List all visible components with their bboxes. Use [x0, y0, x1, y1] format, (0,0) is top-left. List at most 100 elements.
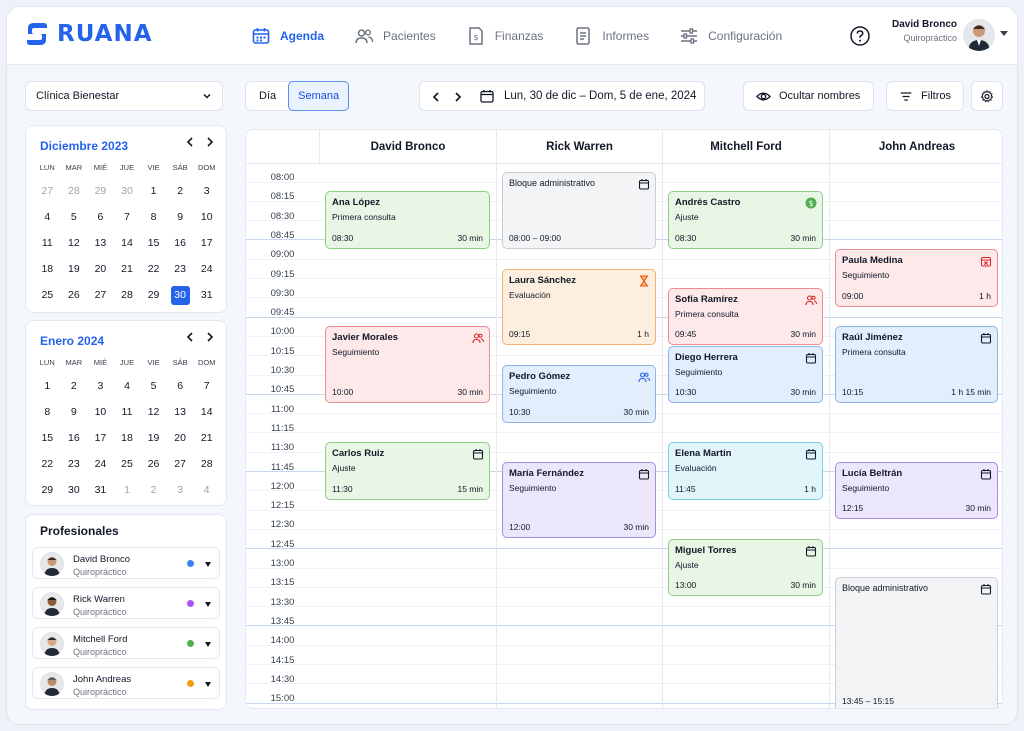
- nav-configuracion[interactable]: Configuración: [679, 23, 782, 49]
- nav-finanzas[interactable]: $ Finanzas: [466, 23, 543, 49]
- calendar-icon[interactable]: [480, 89, 494, 103]
- day-cell[interactable]: 11: [114, 402, 141, 428]
- day-cell[interactable]: 12: [61, 233, 88, 259]
- chevron-right-icon[interactable]: [206, 136, 214, 148]
- day-cell[interactable]: 22: [140, 259, 167, 285]
- chevron-down-icon[interactable]: [205, 682, 211, 687]
- professional-item[interactable]: John Andreas Quiropráctico: [32, 667, 220, 699]
- day-cell[interactable]: 21: [114, 259, 141, 285]
- day-cell[interactable]: 29: [140, 285, 167, 311]
- day-cell[interactable]: 27: [167, 454, 194, 480]
- day-cell[interactable]: 27: [87, 285, 114, 311]
- day-cell[interactable]: 4: [193, 480, 220, 506]
- nav-agenda[interactable]: Agenda: [251, 23, 324, 49]
- appointment-card[interactable]: Raúl Jiménez Primera consulta 10:15 1 h 15 …: [835, 326, 998, 404]
- admin-block[interactable]: Bloque administrativo 13:45 – 15:15: [835, 577, 998, 708]
- appointment-card[interactable]: Ana López Primera consulta 08:30 30 min: [325, 191, 490, 249]
- day-cell[interactable]: 6: [87, 207, 114, 233]
- day-cell[interactable]: 9: [61, 402, 88, 428]
- day-cell[interactable]: 27: [34, 181, 61, 207]
- chevron-right-icon[interactable]: [206, 331, 214, 343]
- nav-informes[interactable]: Informes: [573, 23, 649, 49]
- appointment-card[interactable]: María Fernández Seguimiento 12:00 30 min: [502, 461, 656, 539]
- appointment-card[interactable]: Pedro Gómez Seguimiento 10:30 30 min: [502, 365, 656, 423]
- day-cell[interactable]: 1: [114, 480, 141, 506]
- day-cell[interactable]: 4: [34, 207, 61, 233]
- day-cell[interactable]: 16: [167, 233, 194, 259]
- day-cell[interactable]: 25: [114, 454, 141, 480]
- date-range-text[interactable]: Lun, 30 de dic – Dom, 5 de ene, 2024: [504, 90, 696, 102]
- professional-item[interactable]: Rick Warren Quiropráctico: [32, 587, 220, 619]
- day-cell[interactable]: 29: [34, 480, 61, 506]
- day-cell[interactable]: 13: [87, 233, 114, 259]
- day-cell[interactable]: 18: [34, 259, 61, 285]
- day-cell[interactable]: 1: [140, 181, 167, 207]
- day-cell[interactable]: 11: [34, 233, 61, 259]
- day-cell[interactable]: 5: [61, 207, 88, 233]
- day-cell[interactable]: 14: [193, 402, 220, 428]
- day-cell[interactable]: 30: [61, 480, 88, 506]
- day-cell[interactable]: 10: [193, 207, 220, 233]
- day-cell[interactable]: 20: [87, 259, 114, 285]
- settings-button[interactable]: [971, 81, 1003, 111]
- day-cell[interactable]: 3: [167, 480, 194, 506]
- day-cell[interactable]: 21: [193, 428, 220, 454]
- user-menu-caret[interactable]: [1000, 31, 1008, 36]
- brand-logo[interactable]: RUANA: [23, 20, 153, 48]
- day-cell[interactable]: 19: [140, 428, 167, 454]
- day-cell[interactable]: 26: [61, 285, 88, 311]
- chevron-right-icon[interactable]: [454, 91, 462, 103]
- day-cell[interactable]: 2: [167, 181, 194, 207]
- chevron-left-icon[interactable]: [186, 136, 194, 148]
- day-cell[interactable]: 2: [61, 376, 88, 402]
- chevron-left-icon[interactable]: [186, 331, 194, 343]
- day-cell[interactable]: 26: [140, 454, 167, 480]
- chevron-down-icon[interactable]: [205, 602, 211, 607]
- appointment-card[interactable]: Carlos Ruiz Ajuste 11:30 15 min: [325, 442, 490, 500]
- day-cell[interactable]: 10: [87, 402, 114, 428]
- day-cell[interactable]: 18: [114, 428, 141, 454]
- professional-item[interactable]: David Bronco Quiropráctico: [32, 547, 220, 579]
- day-cell[interactable]: 25: [34, 285, 61, 311]
- day-cell[interactable]: 22: [34, 454, 61, 480]
- day-cell[interactable]: 24: [193, 259, 220, 285]
- appointment-card[interactable]: Sofía Ramírez Primera consulta 09:45 30 min: [668, 287, 823, 346]
- day-cell[interactable]: 9: [167, 207, 194, 233]
- chevron-down-icon[interactable]: [205, 562, 211, 567]
- day-cell[interactable]: 3: [193, 181, 220, 207]
- day-cell[interactable]: 5: [140, 376, 167, 402]
- day-cell[interactable]: 30: [114, 181, 141, 207]
- day-cell[interactable]: 17: [87, 428, 114, 454]
- day-cell[interactable]: 7: [114, 207, 141, 233]
- appointment-card[interactable]: Laura Sánchez Evaluación 09:15 1 h: [502, 268, 656, 346]
- day-cell[interactable]: 4: [114, 376, 141, 402]
- admin-block[interactable]: Bloque administrativo 08:00 – 09:00: [502, 172, 656, 249]
- day-cell[interactable]: 30: [167, 285, 194, 311]
- day-cell[interactable]: 8: [34, 402, 61, 428]
- clinic-select[interactable]: Clínica Bienestar: [25, 81, 223, 111]
- day-cell[interactable]: 29: [87, 181, 114, 207]
- day-cell[interactable]: 23: [167, 259, 194, 285]
- user-avatar[interactable]: [963, 19, 995, 51]
- day-cell[interactable]: 24: [87, 454, 114, 480]
- day-cell[interactable]: 6: [167, 376, 194, 402]
- day-cell[interactable]: 17: [193, 233, 220, 259]
- day-cell[interactable]: 8: [140, 207, 167, 233]
- day-cell[interactable]: 19: [61, 259, 88, 285]
- appointment-card[interactable]: Miguel Torres Ajuste 13:00 30 min: [668, 538, 823, 597]
- appointment-card[interactable]: Lucía Beltrán Seguimiento 12:15 30 min: [835, 461, 998, 520]
- day-cell[interactable]: 16: [61, 428, 88, 454]
- day-cell[interactable]: 15: [34, 428, 61, 454]
- day-cell[interactable]: 12: [140, 402, 167, 428]
- day-cell[interactable]: 15: [140, 233, 167, 259]
- appointment-card[interactable]: Javier Morales Seguimiento 10:00 30 min: [325, 326, 490, 404]
- appointment-card[interactable]: Diego Herrera Seguimiento 10:30 30 min: [668, 345, 823, 404]
- view-day-button[interactable]: Día: [246, 82, 289, 110]
- selected-day[interactable]: 30: [170, 286, 190, 305]
- chevron-left-icon[interactable]: [432, 91, 440, 103]
- chevron-down-icon[interactable]: [205, 642, 211, 647]
- help-icon[interactable]: [849, 25, 871, 47]
- day-cell[interactable]: 28: [193, 454, 220, 480]
- appointment-card[interactable]: Andrés Castro Ajuste 08:30 30 min $: [668, 191, 823, 249]
- day-cell[interactable]: 31: [193, 285, 220, 311]
